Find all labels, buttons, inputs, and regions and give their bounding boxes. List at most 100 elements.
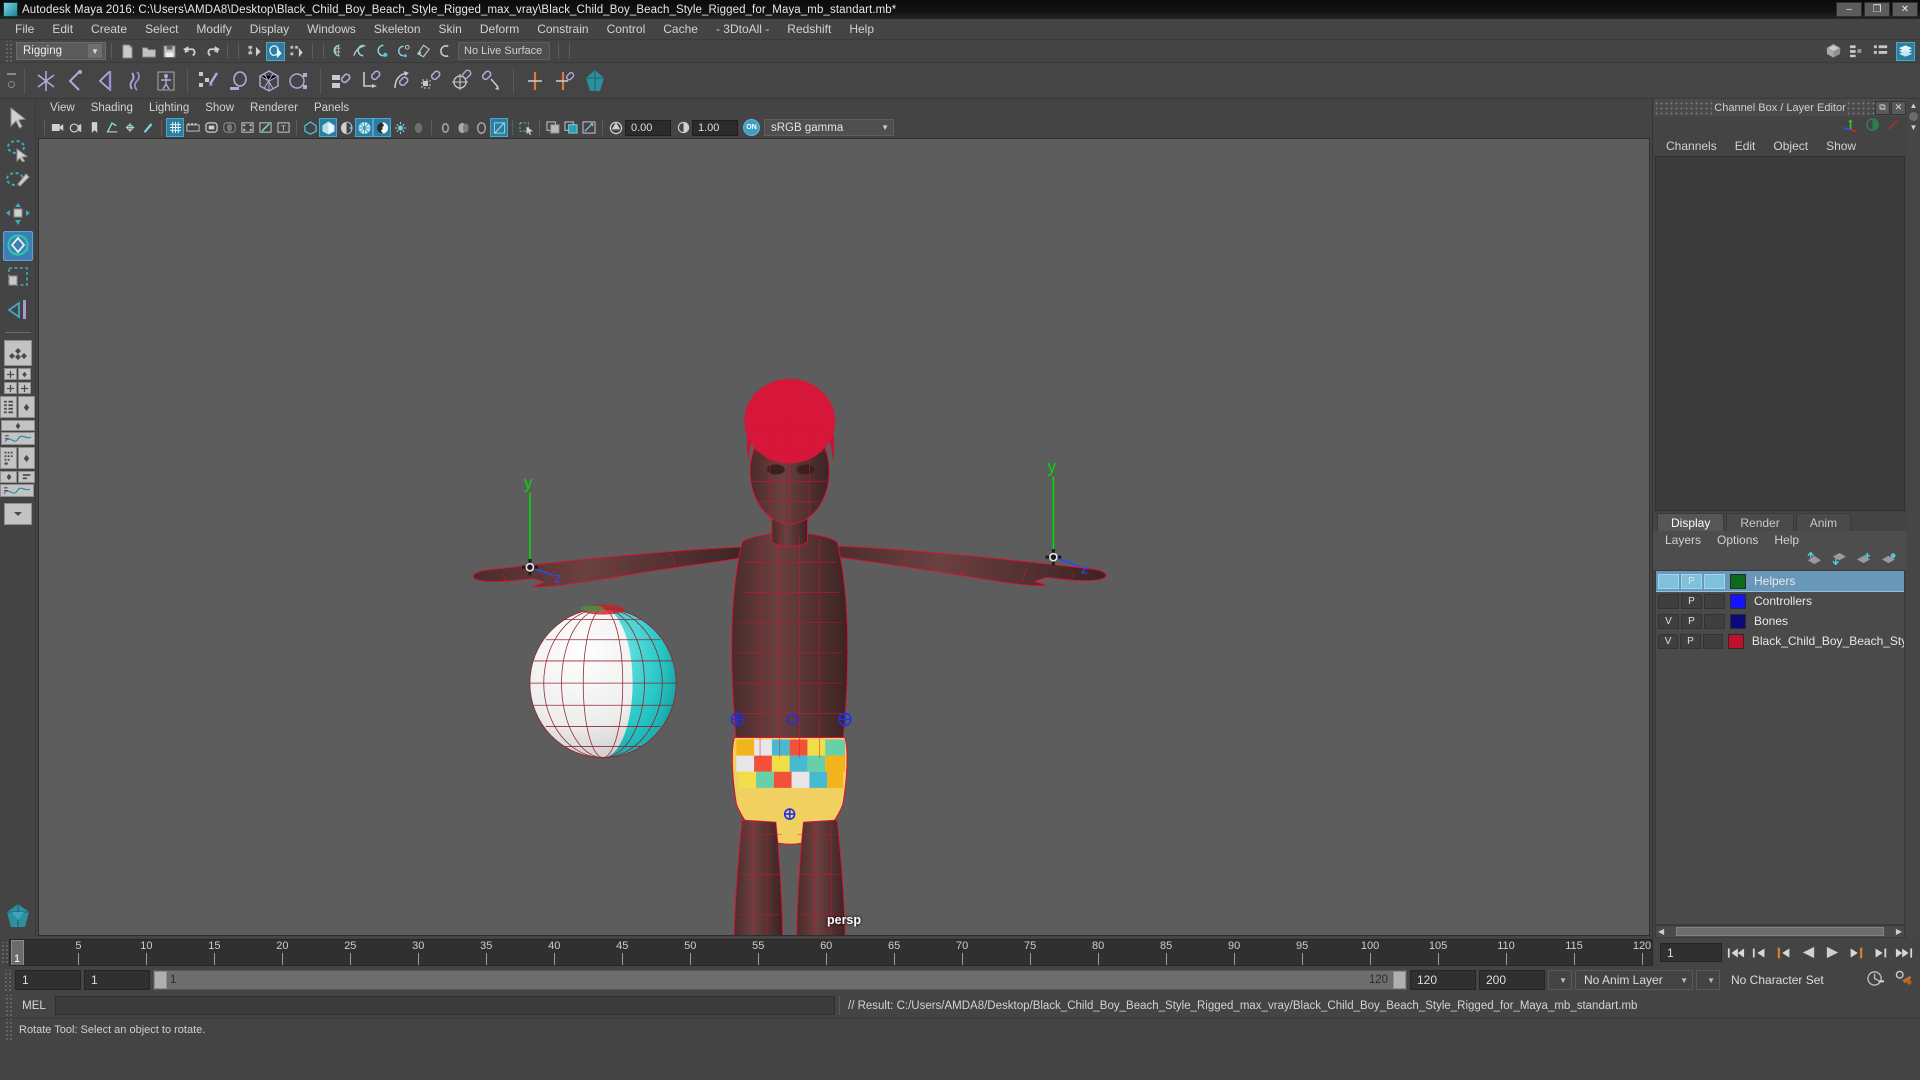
set-driven-key-icon[interactable] — [520, 65, 550, 97]
minimize-button[interactable]: – — [1836, 2, 1862, 17]
xray-joints-icon[interactable] — [257, 119, 273, 136]
menu-deform[interactable]: Deform — [471, 19, 528, 40]
viewport-menu-lighting[interactable]: Lighting — [141, 99, 197, 117]
display-layer-list[interactable]: P Helpers P Controllers V P Bones V P Black_Child… — [1655, 570, 1905, 925]
menu-create[interactable]: Create — [82, 19, 136, 40]
snap-to-view-plane-icon[interactable] — [414, 42, 433, 61]
select-by-hierarchy-icon[interactable] — [245, 42, 264, 61]
go-to-start-icon[interactable] — [1726, 943, 1746, 963]
time-slider-grip[interactable] — [0, 942, 9, 963]
menu-3dtoall[interactable]: - 3DtoAll - — [707, 19, 778, 40]
open-scene-icon[interactable] — [139, 42, 158, 61]
image-plane-icon[interactable] — [104, 119, 120, 136]
viewport-menu-renderer[interactable]: Renderer — [242, 99, 306, 117]
time-cursor[interactable]: 1 — [11, 940, 24, 965]
channelbox-menu-edit[interactable]: Edit — [1726, 136, 1765, 156]
ipr-render-icon[interactable] — [581, 119, 597, 136]
menu-redshift[interactable]: Redshift — [778, 19, 840, 40]
layout-outliner-pane[interactable] — [0, 396, 17, 418]
right-panel-scrollbar[interactable]: ▲ ▼ — [1907, 99, 1920, 938]
layer-row[interactable]: V P Black_Child_Boy_Beach_Styl — [1656, 631, 1904, 651]
anim-start-time-field[interactable]: 1 — [15, 970, 81, 990]
layer-menu-help[interactable]: Help — [1766, 531, 1807, 550]
new-layer-from-selected-icon[interactable] — [1880, 552, 1897, 568]
layout-hypergraph-pane[interactable] — [0, 447, 17, 469]
save-scene-icon[interactable] — [160, 42, 179, 61]
layer-tab-render[interactable]: Render — [1726, 513, 1794, 531]
anim-layer-options-dropdown[interactable]: ▼ — [1696, 970, 1720, 990]
channelbox-menu-show[interactable]: Show — [1817, 136, 1865, 156]
move-layer-down-icon[interactable] — [1830, 552, 1847, 568]
menu-skin[interactable]: Skin — [430, 19, 471, 40]
isolate-select-icon[interactable] — [518, 119, 534, 136]
layout-persp-only[interactable] — [18, 368, 31, 380]
create-character-icon[interactable] — [151, 65, 181, 97]
layer-color-swatch[interactable] — [1730, 593, 1746, 609]
new-scene-icon[interactable] — [118, 42, 137, 61]
menu-file[interactable]: File — [6, 19, 43, 40]
menu-edit[interactable]: Edit — [43, 19, 82, 40]
step-forward-frame-icon[interactable] — [1870, 943, 1890, 963]
snap-to-curve-icon[interactable] — [351, 42, 370, 61]
tool-settings-icon[interactable] — [1886, 117, 1901, 135]
channel-box-icon[interactable] — [1842, 117, 1859, 136]
menu-control[interactable]: Control — [598, 19, 655, 40]
viewport-menu-shading[interactable]: Shading — [83, 99, 141, 117]
layer-menu-layers[interactable]: Layers — [1657, 531, 1709, 550]
grease-pencil-icon[interactable] — [140, 119, 156, 136]
gamma-icon[interactable] — [675, 119, 691, 136]
select-by-object-type-icon[interactable] — [266, 41, 285, 61]
orient-constraint-icon[interactable] — [387, 65, 417, 97]
pole-vector-constraint-icon[interactable] — [477, 65, 507, 97]
joint-tool-icon[interactable] — [31, 65, 61, 97]
range-slider-bar[interactable]: 1 120 — [153, 970, 1407, 990]
ik-spline-handle-tool-icon[interactable] — [91, 65, 121, 97]
animation-preferences-icon[interactable] — [1894, 970, 1913, 990]
menu-select[interactable]: Select — [136, 19, 187, 40]
layout-graph-editor[interactable] — [0, 432, 35, 445]
insert-joint-tool-icon[interactable] — [121, 65, 151, 97]
layer-playback-toggle[interactable]: P — [1681, 613, 1702, 629]
interactive-bind-icon[interactable] — [254, 65, 284, 97]
aim-constraint-icon[interactable] — [447, 65, 477, 97]
gamma-field[interactable]: 1.00 — [692, 119, 738, 136]
multisample-aa-icon[interactable] — [473, 119, 489, 136]
layer-visible-toggle[interactable]: V — [1658, 613, 1679, 629]
depth-of-field-icon[interactable] — [490, 118, 508, 137]
range-left-handle[interactable] — [154, 971, 167, 989]
channelbox-menu-object[interactable]: Object — [1764, 136, 1817, 156]
play-backwards-icon[interactable] — [1798, 943, 1818, 963]
playback-start-time-field[interactable]: 1 — [84, 970, 150, 990]
play-forwards-icon[interactable] — [1822, 943, 1842, 963]
layout-graph-editor-bottom[interactable] — [0, 484, 34, 497]
set-key-icon[interactable] — [550, 65, 580, 97]
scale-tool[interactable] — [3, 263, 33, 293]
go-to-end-icon[interactable] — [1894, 943, 1914, 963]
undock-panel-button[interactable]: ⧉ — [1875, 100, 1890, 115]
layer-visible-toggle[interactable]: V — [1658, 633, 1679, 649]
menu-skeleton[interactable]: Skeleton — [365, 19, 430, 40]
channelbox-menu-channels[interactable]: Channels — [1657, 136, 1726, 156]
snap-to-grid-icon[interactable] — [330, 42, 349, 61]
parent-constraint-icon[interactable] — [327, 65, 357, 97]
layout-more-dropdown[interactable] — [3, 503, 32, 525]
snap-to-projected-center-icon[interactable] — [393, 42, 412, 61]
bookmark-icon[interactable] — [86, 119, 102, 136]
layer-color-swatch[interactable] — [1727, 633, 1744, 649]
2d-pan-zoom-icon[interactable] — [122, 119, 138, 136]
range-options-dropdown[interactable]: ▼ — [1548, 970, 1572, 990]
wireframe-shading-icon[interactable] — [302, 119, 318, 136]
command-input[interactable] — [55, 996, 835, 1015]
attribute-editor-icon[interactable] — [1865, 117, 1880, 135]
last-tool-used[interactable] — [3, 295, 33, 325]
snapshot-icon[interactable] — [545, 119, 561, 136]
layer-playback-toggle[interactable]: P — [1680, 633, 1701, 649]
layer-tab-display[interactable]: Display — [1657, 513, 1725, 531]
layout-two-pane-stacked[interactable] — [18, 382, 31, 394]
viewport-menu-show[interactable]: Show — [197, 99, 242, 117]
layout-four-view[interactable] — [4, 368, 17, 380]
layer-visible-toggle[interactable] — [1658, 573, 1679, 589]
select-by-component-type-icon[interactable] — [287, 42, 306, 61]
layer-row[interactable]: P Controllers — [1656, 591, 1904, 611]
help-line-grip[interactable] — [4, 1019, 13, 1040]
